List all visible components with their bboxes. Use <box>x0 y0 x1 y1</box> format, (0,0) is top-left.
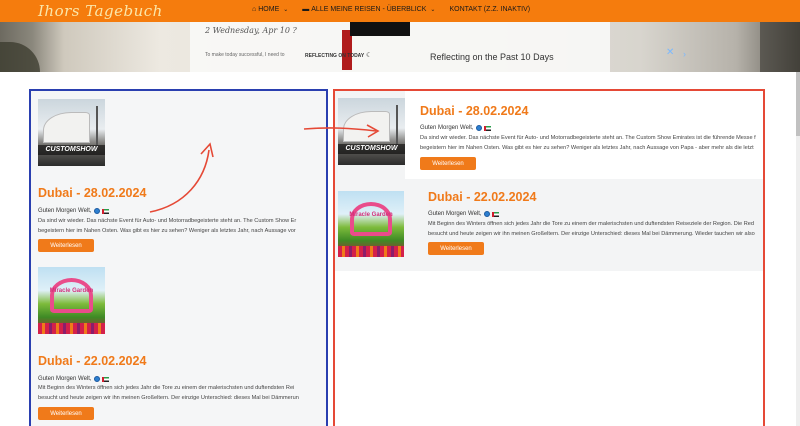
annotation-frame-left <box>29 89 328 426</box>
chevron-down-icon: ⌄ <box>283 7 289 13</box>
top-navigation-bar: Ihors Tagebuch ⌂ HOME ⌄ ▬ ALLE MEINE REI… <box>0 0 800 22</box>
moon-icon: ☾ <box>366 52 373 59</box>
hero-plant-shadow <box>0 42 40 72</box>
hero-red-bookmark <box>342 30 352 70</box>
suitcase-icon: ▬ <box>302 6 310 13</box>
hero-handwritten-date: 2 Wednesday, Apr 10 ? <box>205 26 297 35</box>
scrollbar-thumb[interactable] <box>796 72 800 136</box>
page: Ihors Tagebuch ⌂ HOME ⌄ ▬ ALLE MEINE REI… <box>0 0 800 426</box>
nav-item-home[interactable]: ⌂ HOME ⌄ <box>252 6 288 13</box>
nav-item-contact[interactable]: KONTAKT (Z.Z. INAKTIV) <box>449 6 530 13</box>
hero-image: 2 Wednesday, Apr 10 ? To make today succ… <box>0 22 800 72</box>
hero-right-shadow <box>760 22 800 72</box>
hero-reflect-heading: Reflecting on the Past 10 Days <box>430 52 554 62</box>
hero-reflect-label: REFLECTING ON TODAY <box>305 53 365 59</box>
hero-dark-block <box>350 22 410 36</box>
hero-note-text: To make today successful, I need to <box>205 52 285 58</box>
main-menu: ⌂ HOME ⌄ ▬ ALLE MEINE REISEN - ÜBERBLICK… <box>252 6 530 13</box>
chevron-down-icon: ⌄ <box>430 7 436 13</box>
nav-item-label: ALLE MEINE REISEN - ÜBERBLICK <box>311 6 427 13</box>
site-logo[interactable]: Ihors Tagebuch <box>38 2 163 20</box>
annotation-frame-right <box>333 89 765 426</box>
nav-item-trips-overview[interactable]: ▬ ALLE MEINE REISEN - ÜBERBLICK ⌄ <box>302 6 435 13</box>
nav-item-label: KONTAKT (Z.Z. INAKTIV) <box>449 6 531 13</box>
home-icon: ⌂ <box>252 6 257 13</box>
close-icon: ✕ <box>666 47 675 58</box>
nav-item-label: HOME <box>258 6 280 13</box>
arrow-icon: › <box>683 49 686 59</box>
